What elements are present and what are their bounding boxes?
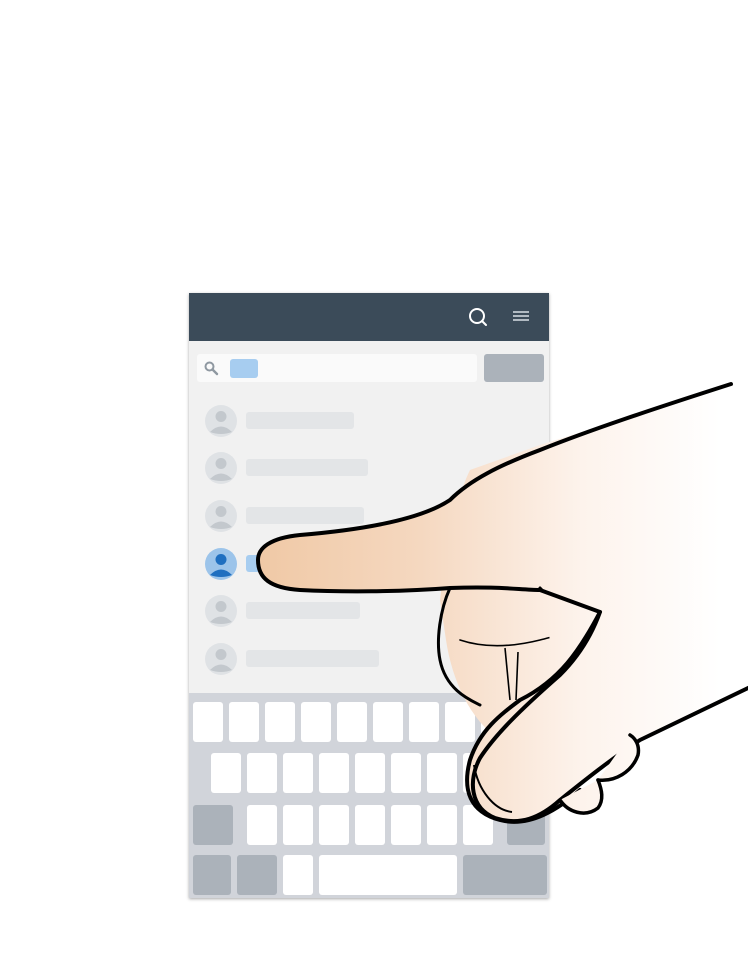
on-screen-keyboard	[189, 693, 549, 898]
keyboard-key[interactable]	[499, 753, 529, 793]
keyboard-key[interactable]	[337, 702, 367, 742]
contact-list-item-selected[interactable]	[189, 541, 549, 587]
keyboard-key[interactable]	[247, 805, 277, 845]
keyboard-key[interactable]	[463, 753, 493, 793]
keyboard-key[interactable]	[373, 702, 403, 742]
contact-name	[246, 650, 379, 667]
keyboard-key[interactable]	[391, 753, 421, 793]
contact-list-item[interactable]	[189, 445, 549, 491]
keyboard-key[interactable]	[319, 753, 349, 793]
keyboard-key[interactable]	[427, 805, 457, 845]
keyboard-key[interactable]	[283, 855, 313, 895]
contact-avatar-icon	[205, 548, 237, 580]
keyboard-key[interactable]	[283, 805, 313, 845]
app-top-bar	[189, 293, 549, 341]
keyboard-key[interactable]	[445, 702, 475, 742]
search-icon[interactable]	[466, 305, 490, 329]
menu-icon[interactable]	[509, 305, 533, 329]
contact-list-item[interactable]	[189, 398, 549, 444]
contact-name	[246, 555, 306, 572]
phone-screen	[189, 293, 549, 898]
keyboard-key[interactable]	[463, 805, 493, 845]
keyboard-key[interactable]	[283, 753, 313, 793]
keyboard-key[interactable]	[265, 702, 295, 742]
symbols-key[interactable]	[193, 855, 231, 895]
keyboard-key[interactable]	[247, 753, 277, 793]
keyboard-key[interactable]	[481, 702, 511, 742]
keyboard-key[interactable]	[517, 702, 545, 742]
contact-name	[246, 507, 364, 524]
contact-avatar-icon	[205, 643, 237, 675]
keyboard-key[interactable]	[391, 805, 421, 845]
keyboard-key[interactable]	[211, 753, 241, 793]
contact-name	[246, 459, 368, 476]
search-input[interactable]	[197, 354, 477, 382]
backspace-key[interactable]	[507, 805, 545, 845]
search-row	[189, 341, 549, 393]
keyboard-key[interactable]	[229, 702, 259, 742]
contact-avatar-icon	[205, 595, 237, 627]
contact-avatar-icon	[205, 405, 237, 437]
keyboard-key[interactable]	[193, 702, 223, 742]
contact-name	[246, 602, 360, 619]
search-query-chip	[230, 359, 258, 378]
keyboard-key[interactable]	[301, 702, 331, 742]
contact-avatar-icon	[205, 452, 237, 484]
go-key[interactable]	[463, 855, 547, 895]
search-button[interactable]	[484, 354, 544, 382]
keyboard-key[interactable]	[319, 805, 349, 845]
settings-key[interactable]	[237, 855, 277, 895]
contact-avatar-icon	[205, 500, 237, 532]
shift-key[interactable]	[193, 805, 233, 845]
keyboard-key[interactable]	[427, 753, 457, 793]
contact-name	[246, 412, 354, 429]
search-icon	[204, 361, 219, 376]
space-key[interactable]	[319, 855, 457, 895]
contact-list-item[interactable]	[189, 588, 549, 634]
keyboard-key[interactable]	[355, 805, 385, 845]
contact-list-item[interactable]	[189, 493, 549, 539]
keyboard-key[interactable]	[409, 702, 439, 742]
keyboard-key[interactable]	[355, 753, 385, 793]
contact-list-item[interactable]	[189, 636, 549, 682]
